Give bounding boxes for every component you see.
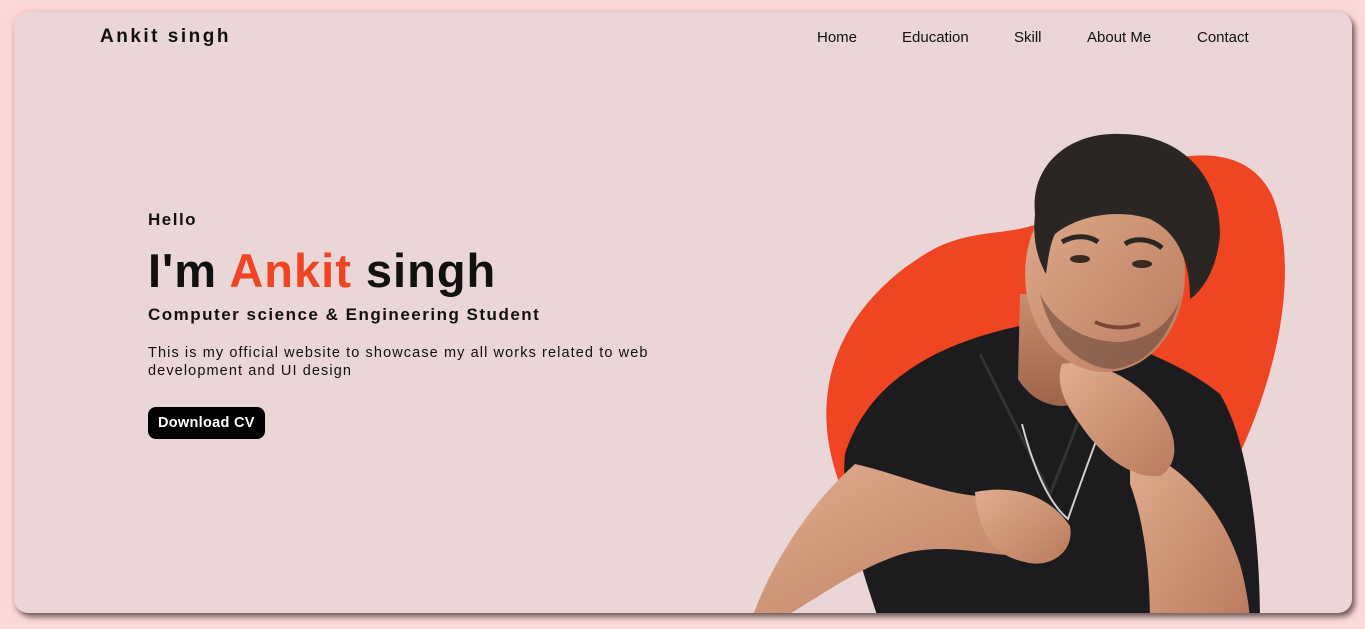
hero-title-suffix: singh [365, 244, 497, 297]
hero-title-accent: Ankit [229, 244, 352, 297]
hero-subtitle: Computer science & Engineering Student [148, 305, 541, 324]
hero-title-prefix: I'm [148, 244, 218, 297]
hero-section: Hello I'm Ankit singh Computer science &… [148, 210, 688, 439]
hero-greeting: Hello [148, 210, 198, 229]
hero-title: I'm Ankit singh [148, 244, 688, 298]
profile-portrait [753, 133, 1260, 613]
main-nav: Home Education Skill About Me Contact [14, 29, 1352, 49]
page-frame: Ankit singh Home Education Skill About M… [14, 12, 1352, 613]
nav-about-me[interactable]: About Me [1087, 29, 1151, 46]
nav-education[interactable]: Education [902, 29, 969, 46]
download-cv-button[interactable]: Download CV [148, 407, 265, 439]
nav-home[interactable]: Home [817, 29, 857, 46]
nav-contact[interactable]: Contact [1197, 29, 1249, 46]
hero-description: This is my official website to showcase … [148, 345, 649, 379]
nav-skill[interactable]: Skill [1014, 29, 1042, 46]
